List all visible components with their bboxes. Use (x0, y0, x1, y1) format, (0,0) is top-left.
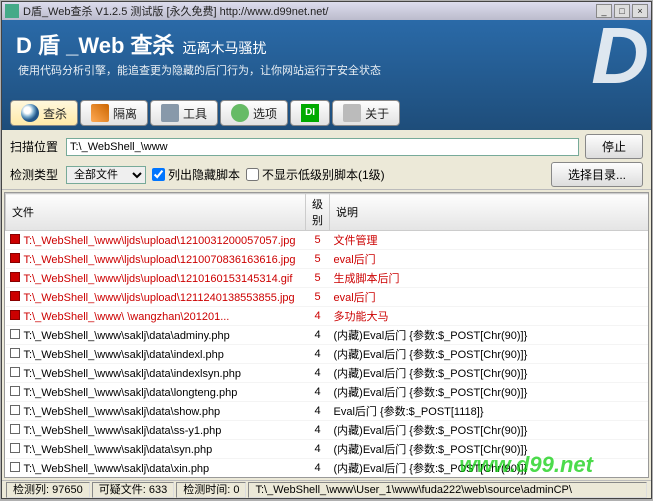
col-desc[interactable]: 说明 (330, 194, 650, 231)
file-icon (10, 253, 20, 263)
file-icon (10, 367, 20, 377)
file-icon (10, 462, 20, 472)
file-icon (10, 329, 20, 339)
file-icon (10, 291, 20, 301)
detect-type-select[interactable]: 全部文件 (66, 166, 146, 184)
toolbar-quar-button[interactable]: 隔离 (80, 100, 148, 126)
window-title: D盾_Web查杀 V1.2.5 测试版 [永久免费] http://www.d9… (23, 3, 328, 19)
app-desc: 使用代码分析引擎，能追查更为隐藏的后门行为，让你网站运行于安全状态 (2, 60, 651, 78)
file-icon (10, 272, 20, 282)
table-row[interactable]: T:\_WebShell_\www\saklj\data\ss-y1.php4(… (6, 421, 650, 440)
app-icon (5, 4, 19, 18)
file-icon (10, 386, 20, 396)
app-heading: D 盾 _Web 查杀远离木马骚扰 (2, 20, 651, 60)
toolbar-search-button[interactable]: 查杀 (10, 100, 78, 126)
file-icon (10, 348, 20, 358)
file-icon (10, 310, 20, 320)
table-row[interactable]: T:\_WebShell_\www\saklj\data\indexlsyn.p… (6, 364, 650, 383)
opt-icon (231, 104, 249, 122)
table-row[interactable]: T:\_WebShell_\www\saklj\data\indexl.php4… (6, 345, 650, 364)
table-row[interactable]: T:\_WebShell_\www\saklj\data\syn.php4(内藏… (6, 440, 650, 459)
col-level[interactable]: 级别 (306, 194, 330, 231)
table-row[interactable]: T:\_WebShell_\www\ljds\upload\1210160153… (6, 269, 650, 288)
table-row[interactable]: T:\_WebShell_\www\saklj\include\common.i… (6, 478, 650, 479)
close-button[interactable]: × (632, 4, 648, 18)
results-grid[interactable]: 文件 级别 说明 T:\_WebShell_\www\ljds\upload\1… (4, 192, 649, 478)
table-row[interactable]: T:\_WebShell_\www\ljds\upload\1211240138… (6, 288, 650, 307)
maximize-button[interactable]: □ (614, 4, 630, 18)
quar-icon (91, 104, 109, 122)
toolbar-about-button[interactable]: 关于 (332, 100, 400, 126)
stop-button[interactable]: 停止 (585, 134, 643, 159)
toolbar-tool-button[interactable]: 工具 (150, 100, 218, 126)
tool-icon (161, 104, 179, 122)
table-row[interactable]: T:\_WebShell_\www\saklj\data\xin.php4(内藏… (6, 459, 650, 478)
table-row[interactable]: T:\_WebShell_\www\saklj\data\adminy.php4… (6, 326, 650, 345)
about-icon (343, 104, 361, 122)
col-file[interactable]: 文件 (6, 194, 306, 231)
status-bar: 检测列: 97650 可疑文件: 633 检测时间: 0 T:\_WebShel… (2, 480, 651, 498)
search-icon (21, 104, 39, 122)
file-icon (10, 443, 20, 453)
titlebar: D盾_Web查杀 V1.2.5 测试版 [永久免费] http://www.d9… (2, 2, 651, 20)
table-row[interactable]: T:\_WebShell_\www\ljds\upload\1210070836… (6, 250, 650, 269)
table-row[interactable]: T:\_WebShell_\www\ljds\upload\1210031200… (6, 231, 650, 250)
table-row[interactable]: T:\_WebShell_\www\saklj\data\show.php4Ev… (6, 402, 650, 421)
toolbar-di-button[interactable]: DI (290, 100, 330, 126)
scan-path-label: 扫描位置 (10, 138, 60, 155)
table-row[interactable]: T:\_WebShell_\www\saklj\data\longteng.ph… (6, 383, 650, 402)
scan-path-input[interactable] (66, 138, 579, 156)
hide-lowlevel-checkbox[interactable]: 不显示低级别脚本(1级) (246, 166, 385, 183)
minimize-button[interactable]: _ (596, 4, 612, 18)
file-icon (10, 405, 20, 415)
detect-type-label: 检测类型 (10, 166, 60, 183)
table-row[interactable]: T:\_WebShell_\www\ \wangzhan\201201...4多… (6, 307, 650, 326)
di-icon: DI (301, 104, 319, 122)
file-icon (10, 424, 20, 434)
toolbar-opt-button[interactable]: 选项 (220, 100, 288, 126)
banner: D D 盾 _Web 查杀远离木马骚扰 使用代码分析引擎，能追查更为隐藏的后门行… (2, 20, 651, 130)
file-icon (10, 234, 20, 244)
hidden-scripts-checkbox[interactable]: 列出隐藏脚本 (152, 166, 240, 183)
choose-dir-button[interactable]: 选择目录... (551, 162, 643, 187)
